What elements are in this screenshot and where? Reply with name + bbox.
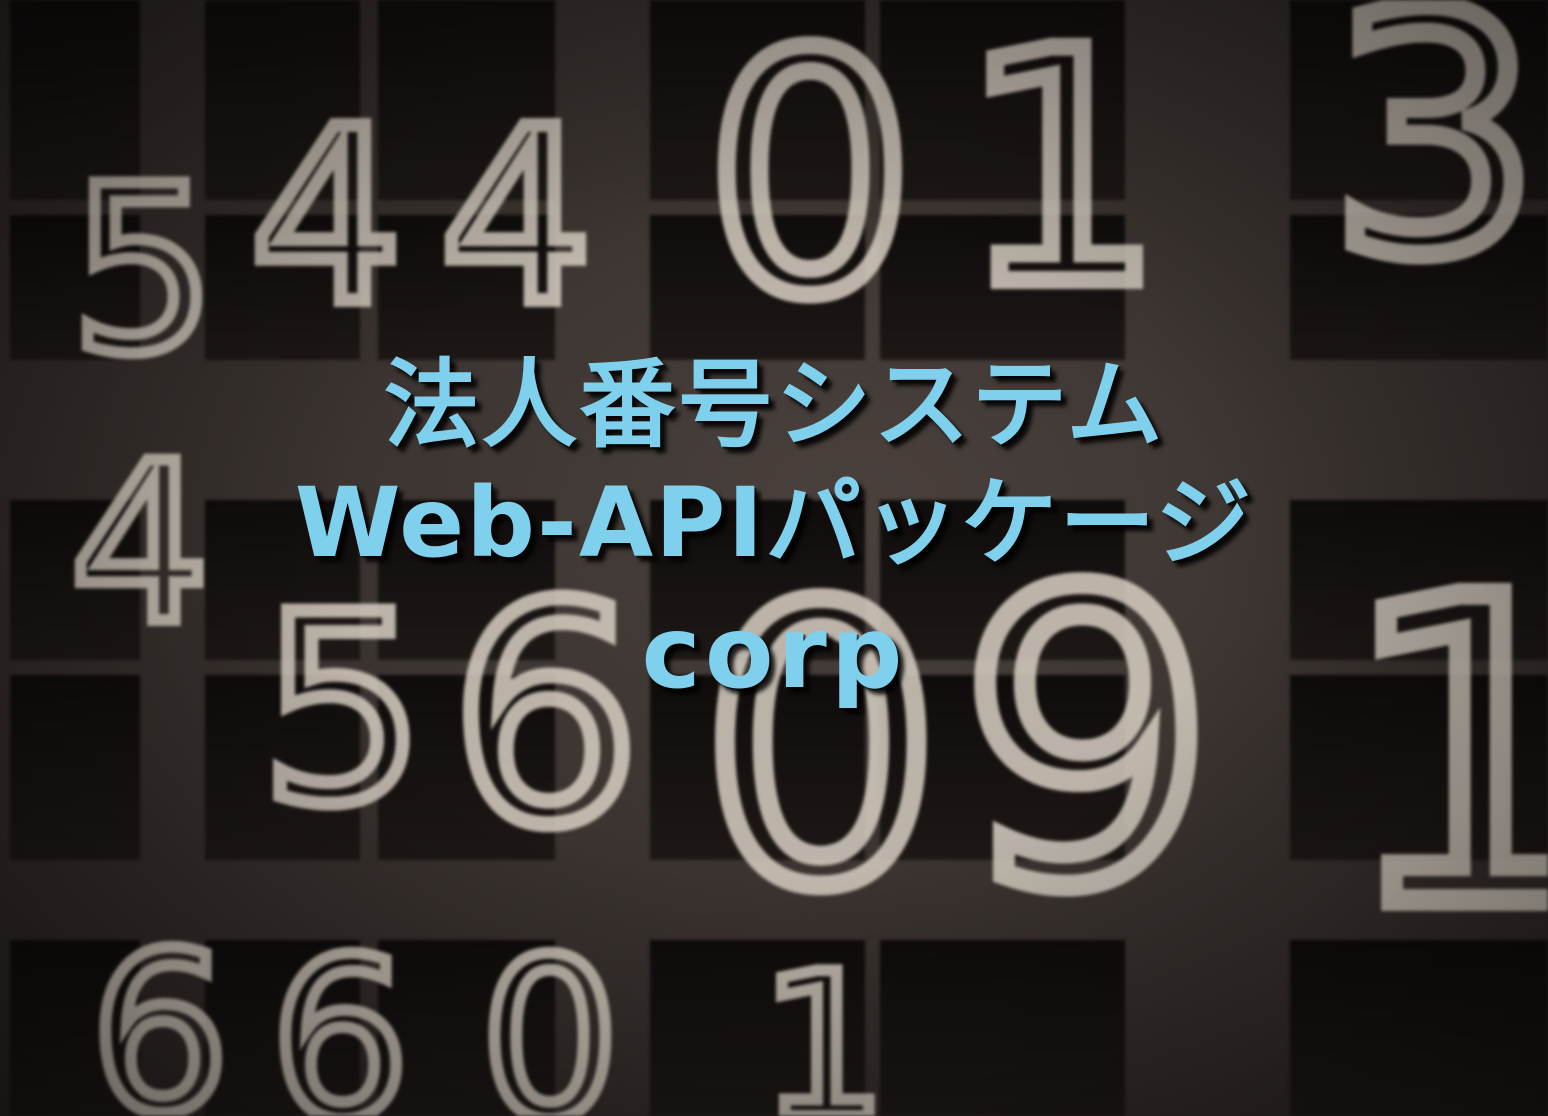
- background-digit: 1: [960, 0, 1164, 356]
- title-line-3: corp: [641, 594, 907, 711]
- background-digit: 4: [250, 77, 403, 357]
- title-line-2: Web-APIパッケージ: [294, 467, 1254, 579]
- background-digit: 0: [480, 912, 620, 1116]
- background-digit: 3: [1330, 0, 1540, 328]
- background-digit: 6: [270, 912, 410, 1116]
- background-digit: 4: [440, 77, 593, 357]
- background-digit: 0: [705, 0, 915, 368]
- background-digit: 1: [760, 931, 887, 1116]
- hero-image: 4401354560916601 法人番号システム Web-APIパッケージ c…: [0, 0, 1548, 1116]
- background-digit: 6: [90, 906, 230, 1116]
- background-digit: 6: [450, 542, 641, 891]
- title-line-1: 法人番号システム: [383, 349, 1165, 461]
- background-digit: 1: [1340, 511, 1548, 1000]
- background-digit: 9: [960, 510, 1215, 975]
